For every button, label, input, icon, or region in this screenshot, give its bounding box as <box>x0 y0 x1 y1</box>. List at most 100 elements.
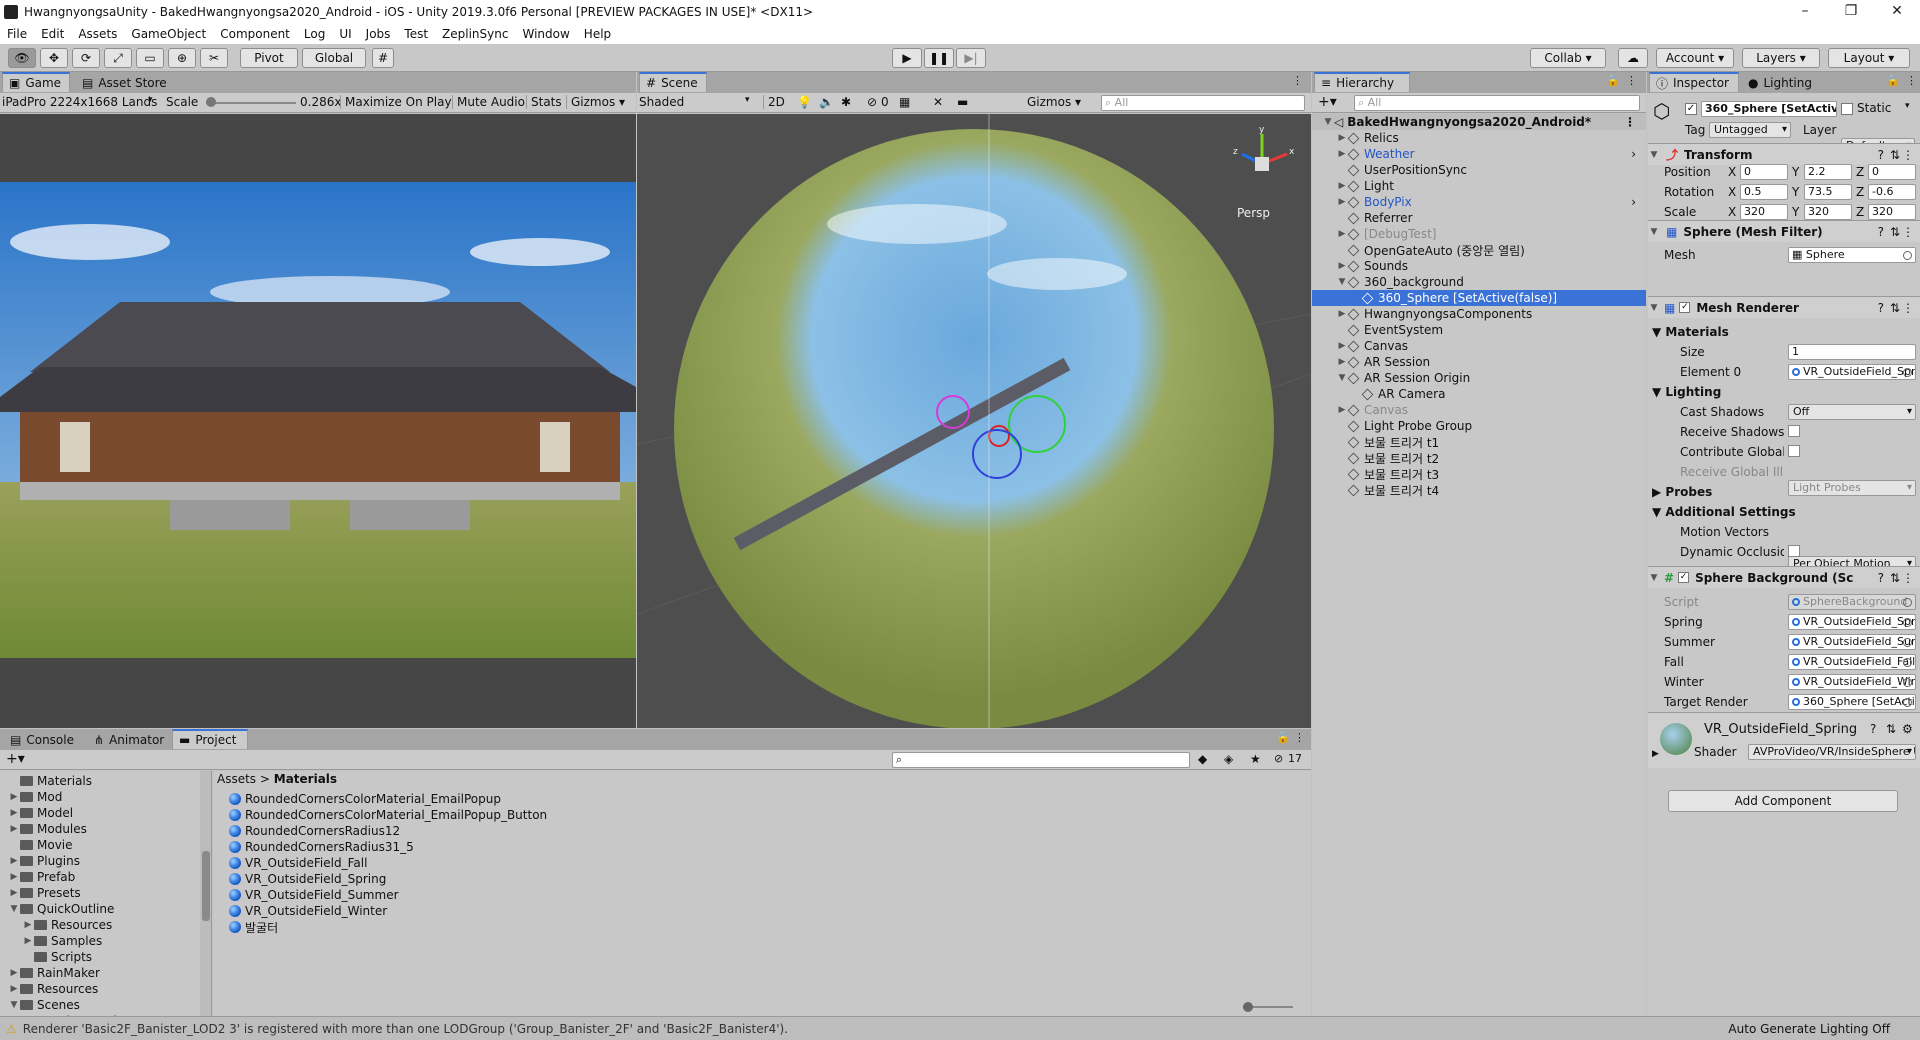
expand-arrow-icon[interactable]: ▶ <box>8 824 20 834</box>
folder-item[interactable]: Materials <box>0 773 200 789</box>
menu-log[interactable]: Log <box>297 27 332 41</box>
hierarchy-lock-icon[interactable]: 🔒 <box>1606 74 1620 87</box>
menu-assets[interactable]: Assets <box>71 27 124 41</box>
hierarchy-item[interactable]: ▶ Light <box>1312 178 1646 194</box>
add-component-button[interactable]: Add Component <box>1668 790 1898 812</box>
folder-item[interactable]: ▶ Mod <box>0 789 200 805</box>
expand-arrow-icon[interactable]: ▶ <box>8 872 20 882</box>
mesh-field[interactable]: ▦ Sphere <box>1788 247 1916 263</box>
hierarchy-add-button[interactable]: +▾ <box>1318 94 1337 110</box>
scale-x-input[interactable]: 320 <box>1740 204 1788 220</box>
lighting-foldout[interactable]: ▼ Lighting <box>1652 385 1721 399</box>
rotation-y-input[interactable]: 73.5 <box>1804 184 1852 200</box>
hierarchy-item[interactable]: 360_Sphere [SetActive(false)] <box>1312 290 1646 306</box>
object-name-input[interactable]: 360_Sphere [SetActive(false)] <box>1701 101 1837 117</box>
expand-arrow-icon[interactable]: ▶ <box>8 792 20 802</box>
spring-field[interactable]: VR_OutsideField_Spring <box>1788 614 1916 630</box>
tab-project[interactable]: ▬ Project <box>172 729 248 749</box>
contribute-gi-checkbox[interactable] <box>1788 445 1800 457</box>
hierarchy-item[interactable]: 보물 트리거 t4 <box>1312 482 1646 498</box>
expand-arrow-icon[interactable]: ▶ <box>8 808 20 818</box>
rotate-tool-icon[interactable]: ⟳ <box>72 48 100 68</box>
expand-arrow-icon[interactable]: ▶ <box>22 920 34 930</box>
expand-arrow-icon[interactable]: ▶ <box>8 984 20 994</box>
target-render-field[interactable]: 360_Sphere [SetActive(false)] <box>1788 694 1916 710</box>
hierarchy-item[interactable]: Referrer <box>1312 210 1646 226</box>
open-prefab-icon[interactable]: › <box>1631 147 1636 161</box>
asset-item[interactable]: RoundedCornersRadius31_5 <box>229 839 414 855</box>
expand-arrow-icon[interactable]: ▶ <box>8 968 20 978</box>
layers-dropdown[interactable]: Layers ▾ <box>1742 48 1820 68</box>
hierarchy-menu-icon[interactable]: ⋮ <box>1626 74 1637 87</box>
pause-button[interactable]: ❚❚ <box>924 48 954 68</box>
close-icon[interactable]: ✕ <box>1874 0 1920 24</box>
position-z-input[interactable]: 0 <box>1868 164 1916 180</box>
hierarchy-item[interactable]: ▼ AR Session Origin <box>1312 370 1646 386</box>
2d-toggle[interactable]: 2D <box>763 95 789 109</box>
scale-y-input[interactable]: 320 <box>1804 204 1852 220</box>
hierarchy-item[interactable]: AR Camera <box>1312 386 1646 402</box>
target-picker-icon[interactable] <box>1903 698 1912 707</box>
materials-foldout[interactable]: ▼ Materials <box>1652 325 1729 339</box>
expand-arrow-icon[interactable]: ▼ <box>1322 117 1334 127</box>
winter-field[interactable]: VR_OutsideField_Winter <box>1788 674 1916 690</box>
transform-foldout-icon[interactable]: ▼ <box>1648 150 1660 160</box>
asset-item[interactable]: 발굴터 <box>229 919 278 935</box>
hierarchy-item[interactable]: OpenGateAuto (중앙문 열림) <box>1312 242 1646 258</box>
asset-item[interactable]: RoundedCornersColorMaterial_EmailPopup <box>229 791 501 807</box>
position-y-input[interactable]: 2.2 <box>1804 164 1852 180</box>
asset-item[interactable]: RoundedCornersColorMaterial_EmailPopup_B… <box>229 807 547 823</box>
tab-hierarchy[interactable]: ≡ Hierarchy <box>1314 72 1410 92</box>
winter-picker-icon[interactable] <box>1903 678 1912 687</box>
tag-dropdown[interactable]: Untagged <box>1709 122 1791 138</box>
folder-item[interactable]: ▶ Model <box>0 805 200 821</box>
effects-toggle-icon[interactable]: ✱ <box>841 95 851 109</box>
folder-item[interactable]: ▶ Presets <box>0 885 200 901</box>
tab-game[interactable]: ▣ Game <box>2 72 70 92</box>
material-help-icon[interactable]: ? <box>1870 722 1876 736</box>
hierarchy-item[interactable]: ▶ Weather › <box>1312 146 1646 162</box>
material-foldout-icon[interactable]: ▶ <box>1652 749 1659 759</box>
favorite-icon[interactable]: ★ <box>1250 752 1261 766</box>
filter-label-icon[interactable]: ◈ <box>1224 752 1233 766</box>
account-dropdown[interactable]: Account ▾ <box>1656 48 1734 68</box>
menu-window[interactable]: Window <box>515 27 576 41</box>
status-warning-text[interactable]: Renderer 'Basic2F_Banister_LOD2 3' is re… <box>23 1022 788 1036</box>
project-search-input[interactable]: ⌕ <box>892 752 1190 768</box>
tab-asset-store[interactable]: ▤ Asset Store <box>76 73 173 93</box>
script-field[interactable]: SphereBackground <box>1788 594 1916 610</box>
audio-toggle-icon[interactable]: 🔈 <box>819 95 834 109</box>
breadcrumb-materials[interactable]: Materials <box>274 772 337 786</box>
probes-foldout[interactable]: ▶ Probes <box>1652 485 1712 499</box>
element0-picker-icon[interactable] <box>1903 368 1912 377</box>
meshrenderer-settings-icon[interactable]: ⇅ <box>1890 301 1900 315</box>
folder-item[interactable]: ▶ Resources <box>0 917 200 933</box>
summer-picker-icon[interactable] <box>1903 638 1912 647</box>
folder-item[interactable]: ▶ Resources <box>0 981 200 997</box>
rotation-x-input[interactable]: 0.5 <box>1740 184 1788 200</box>
summer-field[interactable]: VR_OutsideField_Summer <box>1788 634 1916 650</box>
minimize-icon[interactable]: – <box>1782 0 1828 24</box>
folder-item[interactable]: ▶ Samples <box>0 933 200 949</box>
menu-ui[interactable]: UI <box>332 27 358 41</box>
transform-help-icon[interactable]: ? <box>1878 148 1884 162</box>
menu-file[interactable]: File <box>0 27 34 41</box>
tools-icon[interactable]: ✕ <box>933 95 943 109</box>
collab-button[interactable]: Collab ▾ <box>1530 48 1606 68</box>
transform-header[interactable]: ▼ ⤴ Transform ? ⇅ ⋮ <box>1648 143 1920 165</box>
hierarchy-item[interactable]: ▶ BodyPix › <box>1312 194 1646 210</box>
fall-field[interactable]: VR_OutsideField_Fall <box>1788 654 1916 670</box>
hierarchy-item[interactable]: ▶ [DebugTest] <box>1312 226 1646 242</box>
hierarchy-search-input[interactable]: ⌕ All <box>1354 95 1640 111</box>
scene-root-menu-icon[interactable]: ⋮ <box>1624 115 1636 129</box>
asset-item[interactable]: VR_OutsideField_Winter <box>229 903 387 919</box>
additional-settings-foldout[interactable]: ▼ Additional Settings <box>1652 505 1796 519</box>
folder-item[interactable]: ▼ QuickOutline <box>0 901 200 917</box>
scene-root-row[interactable]: ▼ ◁ BakedHwangnyongsa2020_Android* ⋮ <box>1312 114 1646 130</box>
play-button[interactable]: ▶ <box>892 48 922 68</box>
stats-toggle[interactable]: Stats <box>526 95 562 109</box>
mesh-picker-icon[interactable] <box>1903 251 1912 260</box>
meshfilter-header[interactable]: ▼ ▦ Sphere (Mesh Filter) ? ⇅ ⋮ <box>1648 220 1920 242</box>
meshfilter-menu-icon[interactable]: ⋮ <box>1902 225 1914 239</box>
folder-item[interactable]: ▶ RainMaker <box>0 965 200 981</box>
